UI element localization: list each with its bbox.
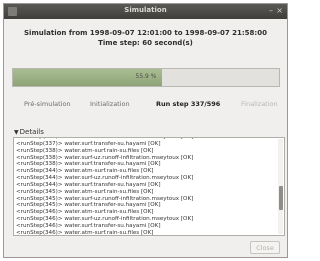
progress-bar: 55.9 % bbox=[12, 68, 280, 87]
log-line: <runStep(338)> water.atm-surf.rain-su.fi… bbox=[16, 147, 154, 154]
log-lines: <runStep(337)> water.surf-uz.runoff-infi… bbox=[16, 138, 276, 236]
log-scroll-thumb[interactable] bbox=[279, 186, 283, 210]
log-line: <runStep(344)> water.surf.transfer-su.ha… bbox=[16, 181, 161, 188]
log-line: <runStep(338)> water.surf-uz.runoff-infi… bbox=[16, 154, 194, 161]
log-line: <runStep(346)> water.atm-surf.rain-su.fi… bbox=[16, 209, 154, 216]
simulation-period: Simulation from 1998-09-07 12:01:00 to 1… bbox=[24, 29, 267, 37]
close-icon[interactable]: × bbox=[276, 6, 283, 16]
stage-initialization: Initialization bbox=[90, 100, 130, 108]
window-title: Simulation bbox=[124, 6, 167, 14]
log-line: <runStep(346)> water.atm-surf.rain-su.fi… bbox=[16, 229, 154, 236]
log-line: <runStep(345)> water.surf-uz.runoff-infi… bbox=[16, 195, 194, 202]
stage-run-step: Run step 337/596 bbox=[156, 100, 221, 108]
stage-presimulation: Pré-simulation bbox=[24, 100, 71, 108]
log-line: <runStep(346)> water.surf.transfer-su.ha… bbox=[16, 222, 161, 229]
time-step: Time step: 60 second(s) bbox=[98, 39, 193, 47]
log-line: <runStep(345)> water.atm-surf.rain-su.fi… bbox=[16, 188, 154, 195]
title-bar[interactable]: Simulation – × bbox=[4, 4, 287, 19]
log-line: <runStep(344)> water.atm-surf.rain-su.fi… bbox=[16, 168, 154, 175]
details-log[interactable]: <runStep(337)> water.surf-uz.runoff-infi… bbox=[13, 137, 285, 236]
log-line: <runStep(338)> water.surf.transfer-su.ha… bbox=[16, 161, 161, 168]
log-line: <runStep(345)> water.surf.transfer-su.ha… bbox=[16, 202, 161, 209]
details-expander[interactable]: ▼Details bbox=[14, 128, 44, 136]
details-label: Details bbox=[19, 128, 44, 136]
log-line: <runStep(344)> water.surf-uz.runoff-infi… bbox=[16, 175, 194, 182]
triangle-down-icon: ▼ bbox=[14, 129, 19, 136]
stage-indicator: Pré-simulation Initialization Run step 3… bbox=[4, 100, 287, 110]
close-button[interactable]: Close bbox=[250, 241, 280, 254]
stage-finalization: Finalization bbox=[241, 100, 278, 108]
minimize-icon[interactable]: – bbox=[269, 6, 273, 16]
log-line: <runStep(346)> water.surf-uz.runoff-infi… bbox=[16, 216, 194, 223]
log-line: <runStep(337)> water.surf.transfer-su.ha… bbox=[16, 140, 161, 147]
progress-percent: 55.9 % bbox=[135, 73, 157, 80]
simulation-window: Simulation – × Simulation from 1998-09-0… bbox=[3, 3, 288, 258]
